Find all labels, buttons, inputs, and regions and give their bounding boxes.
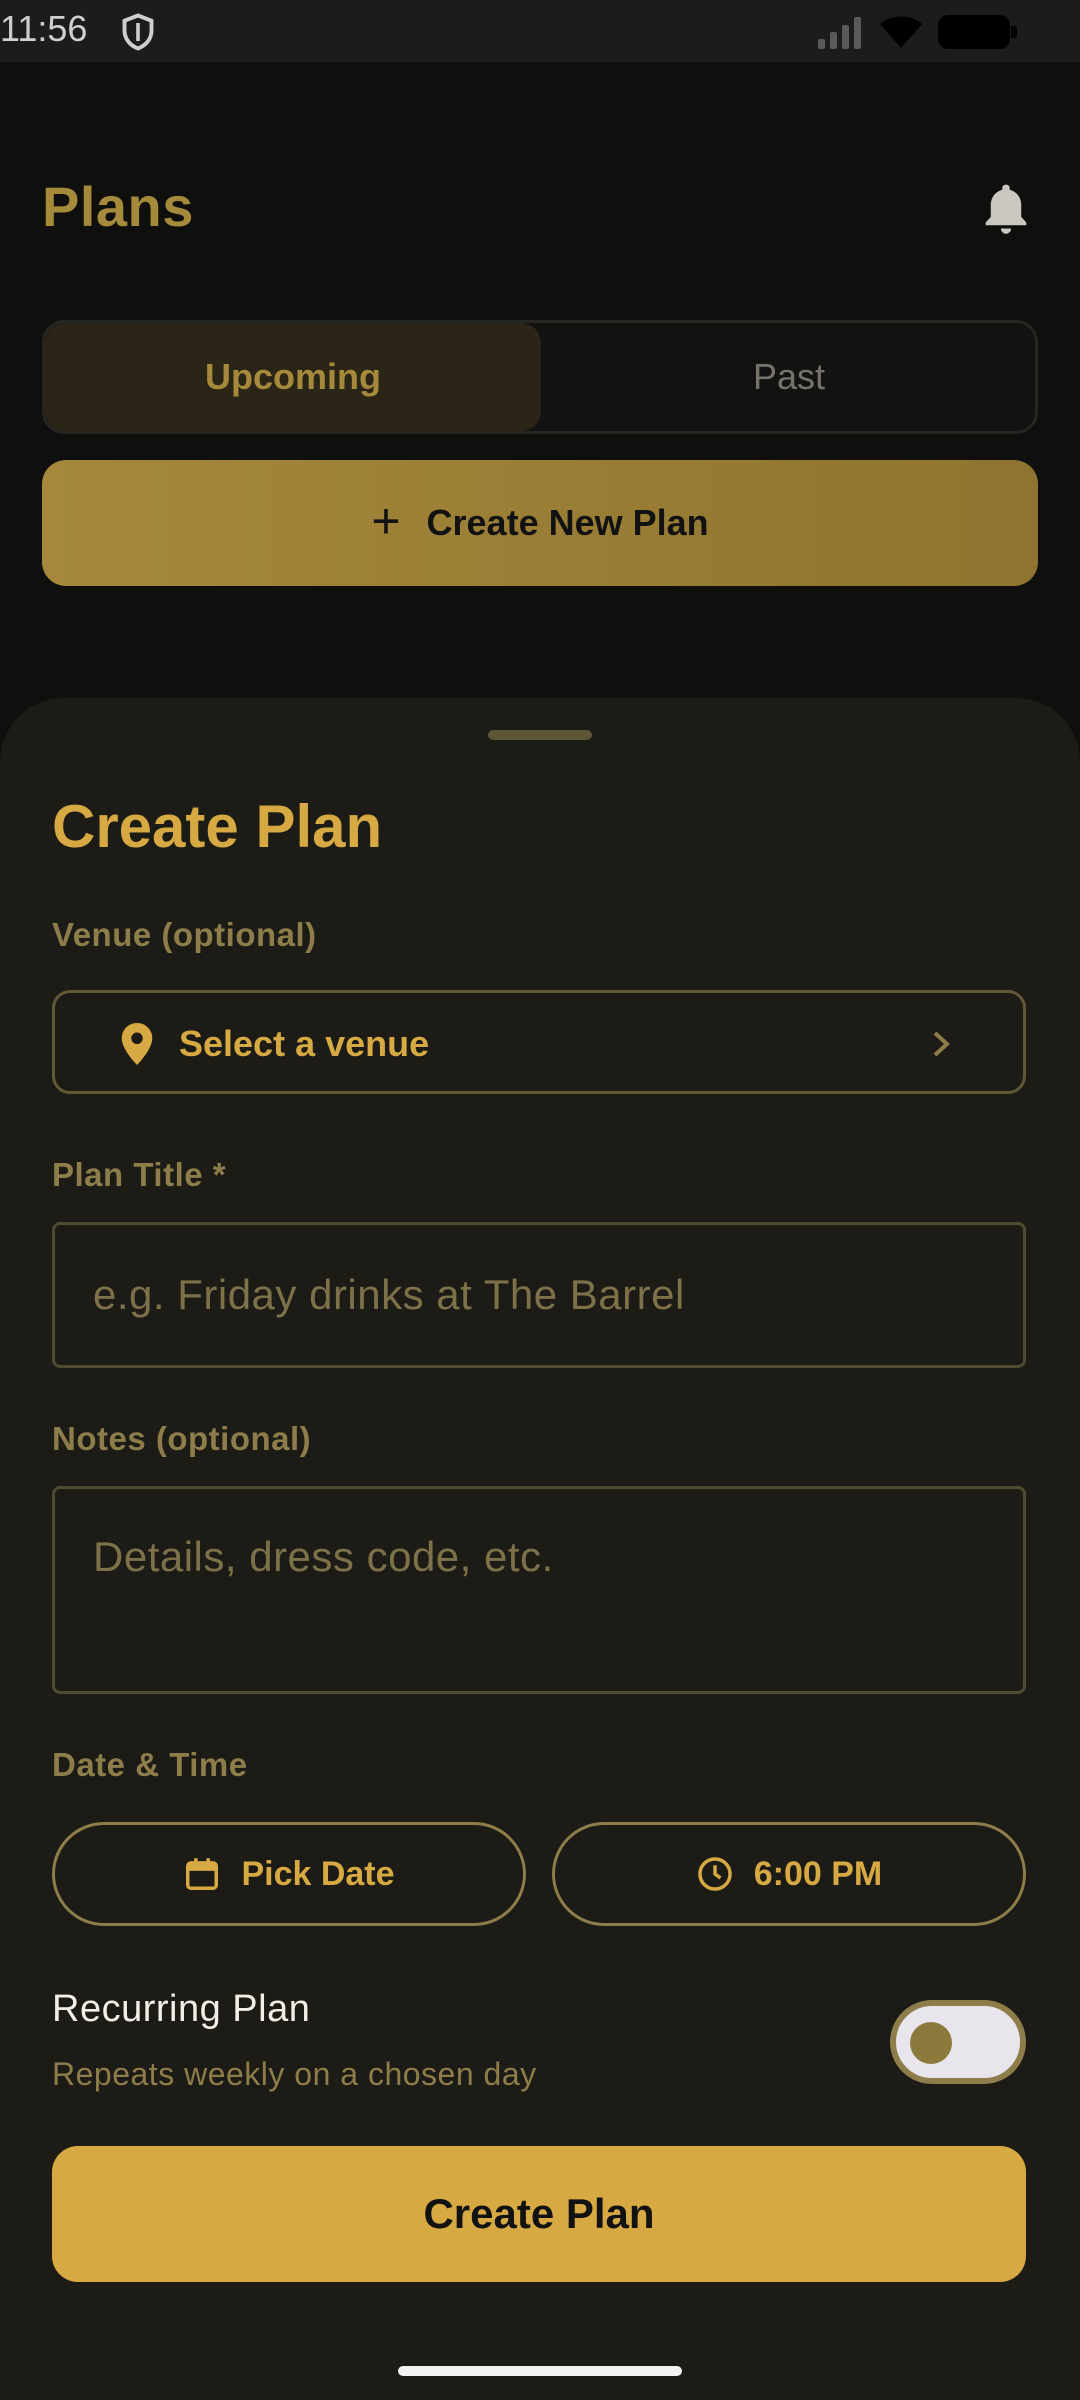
chevron-right-icon <box>933 1031 950 1057</box>
plans-tabs: Upcoming Past <box>42 320 1038 434</box>
tab-upcoming[interactable]: Upcoming <box>45 323 541 431</box>
recurring-subtitle: Repeats weekly on a chosen day <box>52 2056 537 2092</box>
screen: 11:56 Plans Upcoming Past + Create New P… <box>0 0 1080 2400</box>
wifi-icon <box>880 16 922 48</box>
recurring-toggle[interactable] <box>890 2000 1026 2084</box>
calendar-icon <box>186 1858 219 1890</box>
create-plan-submit-button[interactable]: Create Plan <box>52 2146 1026 2282</box>
signal-icon <box>818 17 861 49</box>
create-new-plan-label: Create New Plan <box>426 502 709 543</box>
pick-time-label: 6:00 PM <box>753 1854 883 1893</box>
pick-date-button[interactable]: Pick Date <box>52 1822 526 1926</box>
pick-time-button[interactable]: 6:00 PM <box>552 1822 1026 1926</box>
status-icons <box>816 14 1017 50</box>
clock-icon <box>697 1857 732 1891</box>
battery-icon <box>938 15 1017 49</box>
tab-past[interactable]: Past <box>541 323 1037 431</box>
shield-icon <box>122 13 154 51</box>
status-time: 11:56 <box>0 8 88 49</box>
venue-selector[interactable]: Select a venue <box>52 990 1026 1094</box>
date-time-label: Date & Time <box>52 1746 248 1783</box>
plan-title-input[interactable] <box>93 1225 983 1365</box>
page-title: Plans <box>42 175 194 238</box>
venue-label: Venue (optional) <box>52 916 317 953</box>
home-indicator[interactable] <box>398 2366 682 2376</box>
drag-handle[interactable] <box>488 730 592 740</box>
sheet-title: Create Plan <box>52 793 383 860</box>
bell-icon[interactable] <box>978 180 1034 240</box>
venue-value: Select a venue <box>179 1023 430 1064</box>
plus-icon: + <box>371 493 401 549</box>
location-pin-icon <box>121 1023 153 1065</box>
notes-label: Notes (optional) <box>52 1420 312 1457</box>
create-plan-sheet: Create Plan Venue (optional) Select a ve… <box>0 698 1080 2400</box>
notes-field-box <box>52 1486 1026 1694</box>
plan-title-label: Plan Title * <box>52 1156 227 1193</box>
create-new-plan-button[interactable]: + Create New Plan <box>42 460 1038 586</box>
status-bar: 11:56 <box>0 0 1080 62</box>
plan-title-field-box <box>52 1222 1026 1368</box>
toggle-knob <box>910 2022 952 2064</box>
pick-date-label: Pick Date <box>241 1854 395 1893</box>
notes-input[interactable] <box>93 1533 983 1683</box>
recurring-title: Recurring Plan <box>52 1988 311 2030</box>
